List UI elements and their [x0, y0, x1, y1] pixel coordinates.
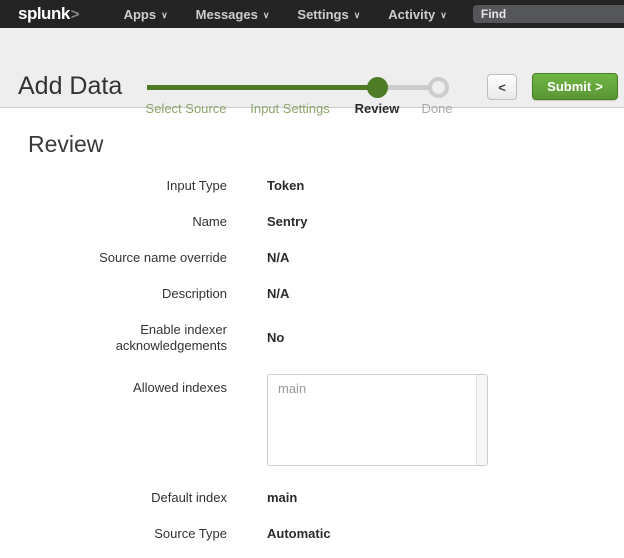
field-row-indexer-acknowledgements: Enable indexer acknowledgements No [28, 322, 624, 354]
field-row-source-type: Source Type Automatic [28, 526, 624, 542]
field-value: Sentry [267, 214, 307, 230]
field-value: main [267, 490, 297, 506]
splunk-logo-chevron-icon: > [71, 6, 80, 23]
nav-menu-messages[interactable]: Messages ∨ [196, 7, 270, 22]
back-button[interactable]: < [487, 74, 517, 100]
chevron-down-icon: ∨ [354, 10, 361, 21]
review-panel: Review Input Type Token Name Sentry Sour… [0, 130, 624, 542]
field-row-input-type: Input Type Token [28, 178, 624, 194]
stepper-done-circle [428, 77, 449, 98]
field-value: No [267, 330, 284, 346]
field-row-allowed-indexes: Allowed indexes main [28, 374, 624, 466]
step-label-review: Review [355, 101, 400, 116]
field-label: Description [28, 286, 227, 302]
nav-menu-activity-label: Activity [388, 7, 435, 22]
field-row-description: Description N/A [28, 286, 624, 302]
splunk-logo-text: splunk [18, 4, 70, 24]
list-item: main [268, 375, 487, 403]
field-row-default-index: Default index main [28, 490, 624, 506]
field-label: Allowed indexes [28, 374, 227, 396]
splunk-logo[interactable]: splunk > [18, 4, 80, 24]
chevron-down-icon: ∨ [440, 10, 447, 21]
add-data-header: Add Data Select Source Input Settings Re… [0, 28, 624, 108]
chevron-down-icon: ∨ [161, 10, 168, 21]
field-row-source-name-override: Source name override N/A [28, 250, 624, 266]
submit-button-label: Submit [547, 79, 591, 94]
field-label: Name [28, 214, 227, 230]
stepper-current-dot [367, 77, 388, 98]
stepper-progress-bar [147, 85, 377, 90]
nav-menu-settings-label: Settings [297, 7, 348, 22]
field-row-name: Name Sentry [28, 214, 624, 230]
field-value: N/A [267, 286, 289, 302]
field-label: Source Type [28, 526, 227, 542]
field-label: Input Type [28, 178, 227, 194]
nav-menu-apps-label: Apps [124, 7, 157, 22]
field-label: Default index [28, 490, 227, 506]
chevron-down-icon: ∨ [263, 10, 270, 21]
chevron-right-icon: > [595, 79, 603, 94]
submit-button[interactable]: Submit > [532, 73, 618, 100]
review-heading: Review [28, 130, 624, 158]
chevron-left-icon: < [498, 80, 506, 95]
field-label: Source name override [28, 250, 227, 266]
nav-menu-apps[interactable]: Apps ∨ [124, 7, 168, 22]
wizard-stepper: Select Source Input Settings Review Done [0, 28, 624, 107]
field-value: Automatic [267, 526, 331, 542]
step-label-done: Done [421, 101, 452, 116]
field-label: Enable indexer acknowledgements [28, 322, 227, 354]
step-label-input-settings[interactable]: Input Settings [250, 101, 330, 116]
nav-menu-activity[interactable]: Activity ∨ [388, 7, 447, 22]
top-navbar: splunk > Apps ∨ Messages ∨ Settings ∨ Ac… [0, 0, 624, 28]
scrollbar-track[interactable] [476, 375, 487, 465]
review-fields: Input Type Token Name Sentry Source name… [28, 178, 624, 542]
step-label-select-source[interactable]: Select Source [146, 101, 227, 116]
field-value: Token [267, 178, 304, 194]
find-search-input[interactable] [473, 5, 624, 23]
nav-menu-messages-label: Messages [196, 7, 258, 22]
nav-menu-settings[interactable]: Settings ∨ [297, 7, 360, 22]
field-value: N/A [267, 250, 289, 266]
allowed-indexes-listbox[interactable]: main [267, 374, 488, 466]
